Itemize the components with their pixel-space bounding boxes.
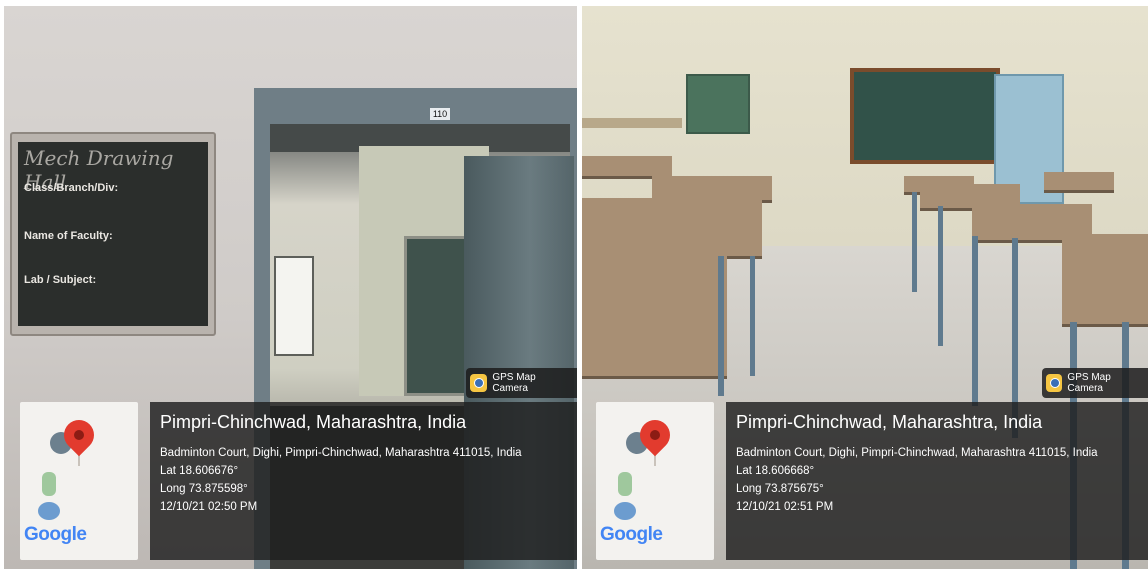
- small-board: [686, 74, 750, 134]
- location-address: Badminton Court, Dighi, Pimpri-Chinchwad…: [160, 447, 522, 459]
- photo-left: Mech Drawing Hall Class/Branch/Div: Name…: [4, 6, 577, 569]
- gps-camera-label: GPS Map Camera: [492, 372, 536, 394]
- desk-leg: [912, 192, 917, 292]
- map-shape-icon: [38, 502, 60, 520]
- map-thumbnail: Google: [596, 402, 714, 560]
- location-datetime: 12/10/21 02:51 PM: [736, 501, 834, 513]
- map-shape-icon: [618, 472, 632, 496]
- notice-board: Mech Drawing Hall Class/Branch/Div: Name…: [18, 142, 208, 326]
- google-logo-text: Google: [24, 524, 87, 545]
- desk-leg: [938, 206, 943, 346]
- camera-icon: [1046, 374, 1063, 392]
- room-number-plate: 110: [430, 108, 450, 120]
- google-logo-text: Google: [600, 524, 663, 545]
- window: [274, 256, 314, 356]
- gps-camera-tag: GPS Map Camera: [466, 368, 577, 398]
- location-latitude: Lat 18.606676°: [160, 465, 239, 477]
- map-shape-icon: [614, 502, 636, 520]
- photo-right: GPS Map Camera Google Pimpri-Chinchwad, …: [582, 6, 1148, 569]
- gps-camera-tag: GPS Map Camera: [1042, 368, 1148, 398]
- location-datetime: 12/10/21 02:50 PM: [160, 501, 258, 513]
- google-logo: Google: [600, 524, 663, 546]
- board-label-subject: Lab / Subject:: [24, 274, 97, 286]
- gps-camera-label: GPS Map Camera: [1067, 372, 1111, 394]
- location-address: Badminton Court, Dighi, Pimpri-Chinchwad…: [736, 447, 1098, 459]
- location-info-box: Pimpri-Chinchwad, Maharashtra, India Bad…: [150, 402, 577, 560]
- location-info-box: Pimpri-Chinchwad, Maharashtra, India Bad…: [726, 402, 1148, 560]
- board-label-class: Class/Branch/Div:: [24, 182, 119, 194]
- location-title: Pimpri-Chinchwad, Maharashtra, India: [736, 412, 1043, 432]
- desk: [582, 244, 727, 379]
- location-latitude: Lat 18.606668°: [736, 465, 815, 477]
- location-title: Pimpri-Chinchwad, Maharashtra, India: [160, 412, 467, 432]
- chalkboard: [850, 68, 1000, 164]
- desk-leg: [718, 256, 724, 396]
- wall-shelf: [582, 118, 682, 128]
- google-logo: Google: [24, 524, 87, 546]
- map-thumbnail: Google: [20, 402, 138, 560]
- location-longitude: Long 73.875675°: [736, 483, 824, 495]
- desk: [1044, 172, 1114, 193]
- desk-leg: [972, 236, 978, 406]
- location-longitude: Long 73.875598°: [160, 483, 248, 495]
- desk: [1062, 234, 1148, 327]
- desk-leg: [750, 256, 755, 376]
- board-label-faculty: Name of Faculty:: [24, 230, 113, 242]
- camera-icon: [470, 374, 488, 392]
- map-shape-icon: [42, 472, 56, 496]
